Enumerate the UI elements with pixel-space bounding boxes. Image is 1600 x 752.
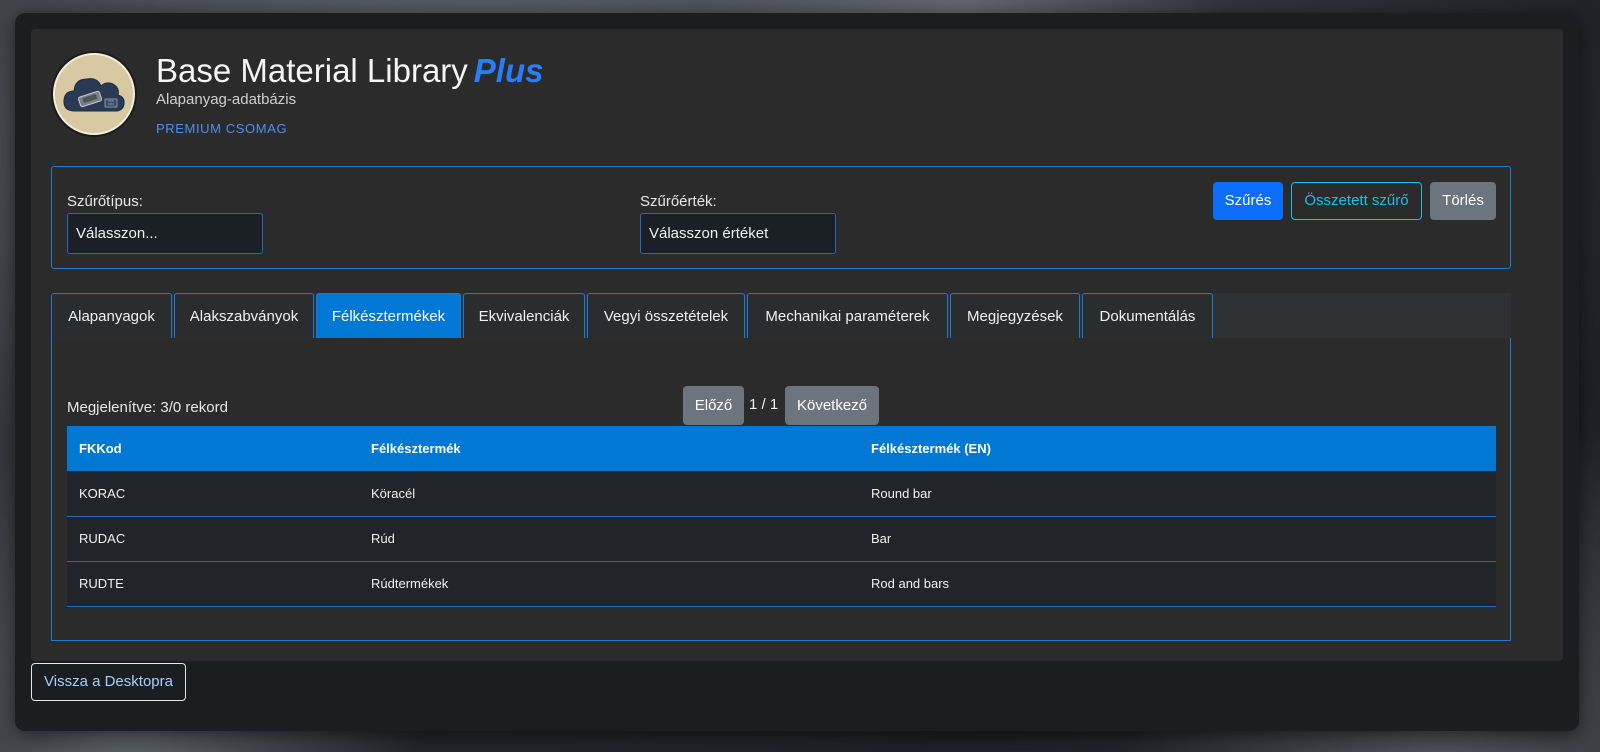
tab-alakszabvanyok[interactable]: Alakszabványok <box>174 293 314 339</box>
table-row[interactable]: RUDTE Rúdtermékek Rod and bars <box>67 561 1496 607</box>
tab-alapanyagok[interactable]: Alapanyagok <box>51 293 172 339</box>
table-header-row: FKKod Félkésztermék Félkésztermék (EN) <box>67 426 1496 471</box>
app-window: Base Material Library Plus Alapanyag-adat… <box>15 13 1579 731</box>
col-header-felkesztermek[interactable]: Félkésztermék <box>359 426 859 471</box>
clear-button[interactable]: Törlés <box>1430 182 1496 220</box>
package-badge: PREMIUM CSOMAG <box>156 121 288 136</box>
app-header: Base Material Library Plus Alapanyag-adat… <box>53 51 953 171</box>
cell-fkkod: RUDAC <box>67 516 359 562</box>
tab-ekvivalenciak[interactable]: Ekvivalenciák <box>463 293 585 339</box>
tab-vegyi-osszetetelek[interactable]: Vegyi összetételek <box>587 293 745 339</box>
filter-type-select[interactable]: Válasszon... <box>67 213 263 254</box>
main-panel: Base Material Library Plus Alapanyag-adat… <box>31 29 1563 661</box>
logo <box>53 53 135 135</box>
tab-mechanikai-parameterek[interactable]: Mechanikai paraméterek <box>747 293 948 339</box>
cell-felkesztermek: Rúdtermékek <box>359 561 859 607</box>
filter-button[interactable]: Szűrés <box>1213 182 1283 220</box>
filter-value-select[interactable]: Válasszon értéket <box>640 213 836 254</box>
cell-felkesztermek-en: Round bar <box>859 471 1496 517</box>
record-count: Megjelenítve: 3/0 rekord <box>67 399 228 416</box>
cell-felkesztermek: Köracél <box>359 471 859 517</box>
compound-filter-button[interactable]: Összetett szűrő <box>1291 182 1422 220</box>
table-row[interactable]: KORAC Köracél Round bar <box>67 471 1496 517</box>
next-page-button[interactable]: Következő <box>785 386 879 425</box>
back-to-desktop-button[interactable]: Vissza a Desktopra <box>31 663 186 701</box>
tab-felkesztermekek[interactable]: Félkésztermékek <box>316 293 461 339</box>
cell-felkesztermek-en: Bar <box>859 516 1496 562</box>
cell-felkesztermek: Rúd <box>359 516 859 562</box>
title-text: Base Material Library <box>156 52 468 89</box>
tab-content: Megjelenítve: 3/0 rekord Előző 1 / 1 Köv… <box>51 338 1511 641</box>
semi-product-table: FKKod Félkésztermék Félkésztermék (EN) K… <box>67 426 1496 607</box>
page-title: Base Material Library Plus <box>156 51 544 91</box>
cloud-chip-icon <box>63 78 125 112</box>
table-row[interactable]: RUDAC Rúd Bar <box>67 516 1496 562</box>
cell-fkkod: KORAC <box>67 471 359 517</box>
page-subtitle: Alapanyag-adatbázis <box>156 91 297 108</box>
col-header-felkesztermek-en[interactable]: Félkésztermék (EN) <box>859 426 1496 471</box>
tab-dokumentalas[interactable]: Dokumentálás <box>1082 293 1213 339</box>
title-accent: Plus <box>473 52 544 89</box>
filter-type-label: Szűrőtípus: <box>67 193 143 210</box>
prev-page-button[interactable]: Előző <box>683 386 744 425</box>
col-header-fkkod[interactable]: FKKod <box>67 426 359 471</box>
tab-container: Alapanyagok Alakszabványok Félkésztermék… <box>51 293 1511 641</box>
filter-panel: Szűrőtípus: Válasszon... Szűrőérték: Vál… <box>51 166 1511 269</box>
cell-fkkod: RUDTE <box>67 561 359 607</box>
tab-bar: Alapanyagok Alakszabványok Félkésztermék… <box>51 293 1511 339</box>
page-info: 1 / 1 <box>749 396 779 413</box>
filter-value-label: Szűrőérték: <box>640 193 717 210</box>
cell-felkesztermek-en: Rod and bars <box>859 561 1496 607</box>
tab-megjegyzesek[interactable]: Megjegyzések <box>950 293 1080 339</box>
